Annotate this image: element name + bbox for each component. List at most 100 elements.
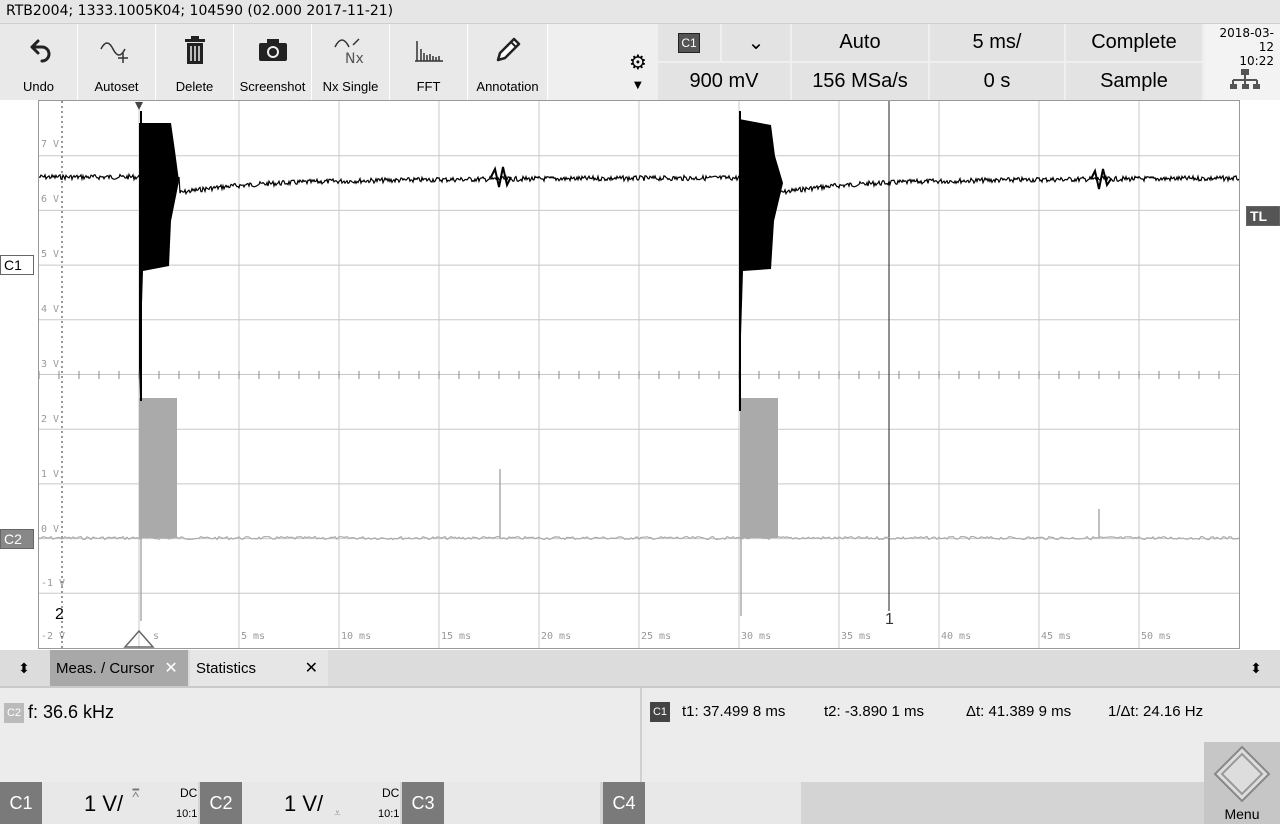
channel-c4-tile[interactable]: C4 (603, 782, 801, 824)
waveform-traces (39, 101, 1239, 648)
channel-c2-probe: 10:1 (378, 808, 400, 820)
sample-rate[interactable]: 156 MSa/s (792, 63, 928, 100)
timebase[interactable]: 5 ms/ (930, 24, 1064, 61)
measurement-frequency[interactable]: C2 f: 36.6 kHz (4, 702, 114, 723)
x-tick-label: s (153, 631, 160, 642)
channel-c3-tile[interactable]: C3 (402, 782, 600, 824)
y-tick-label: -2 V (41, 631, 66, 642)
cursor-t1: t1: 37.499 8 ms (682, 703, 786, 720)
autoset-button[interactable]: Autoset (78, 24, 156, 100)
menu-label: Menu (1224, 806, 1260, 822)
tab-statistics[interactable]: Statistics ✕ (190, 650, 328, 686)
trigger-position-marker (135, 102, 143, 110)
x-tick-label: 25 ms (641, 631, 672, 642)
channel-c3-tag: C3 (402, 782, 444, 824)
undo-button[interactable]: Undo (0, 24, 78, 100)
fft-icon (390, 32, 467, 68)
acquisition-mode[interactable]: Complete (1066, 24, 1202, 61)
trigger-mode[interactable]: Auto (792, 24, 928, 61)
panel-scroll-arrows[interactable]: ⬍ (0, 650, 48, 686)
channel-c2-tile[interactable]: C2 1 V/ ⩡ DC 10:1 (200, 782, 400, 824)
channel-c1-tag: C1 (0, 782, 42, 824)
delete-label: Delete (175, 79, 214, 94)
cursor-t2: t2: -3.890 1 ms (824, 703, 925, 720)
x-tick-label: 45 ms (1041, 631, 1072, 642)
network-icon (1230, 69, 1260, 89)
trigger-slope[interactable]: ⌄ (722, 24, 790, 61)
measurement-panel: C2 f: 36.6 kHz C1 t1: 37.499 8 ms t2: -3… (0, 686, 1280, 782)
trash-icon (156, 32, 233, 68)
menu-button[interactable]: Menu (1204, 742, 1280, 824)
nx-single-button[interactable]: Nx Nx Single (312, 24, 390, 100)
close-icon[interactable]: ✕ (305, 658, 318, 678)
cursor-1-label[interactable]: 1 (885, 611, 894, 629)
x-tick-label: 5 ms (241, 631, 266, 642)
c1-level-marker[interactable]: C1 (0, 255, 34, 275)
autoset-label: Autoset (94, 79, 139, 94)
delete-button[interactable]: Delete (156, 24, 234, 100)
tab-meas-cursor[interactable]: Meas. / Cursor ✕ (50, 650, 188, 686)
acquisition-type[interactable]: Sample (1066, 63, 1202, 100)
tab-meas-cursor-label: Meas. / Cursor (56, 659, 155, 677)
cursor-2-label[interactable]: 2 (55, 606, 64, 624)
tab-statistics-label: Statistics (196, 659, 257, 677)
cursor-source-badge: C1 (650, 702, 670, 722)
fft-button[interactable]: FFT (390, 24, 468, 100)
y-tick-label: 3 V (41, 359, 60, 370)
channel-c4-tag: C4 (603, 782, 645, 824)
y-tick-label: 1 V (41, 469, 60, 480)
c2-burst (139, 398, 177, 538)
trigger-source-badge: C1 (678, 32, 700, 53)
horizontal-position[interactable]: 0 s (930, 63, 1064, 100)
c2-burst (740, 398, 778, 538)
channel-c2-scale: 1 V/ (284, 791, 324, 816)
x-tick-label: 50 ms (1141, 631, 1172, 642)
chevron-down-icon: ▼ (634, 80, 642, 91)
datetime-display: 2018-03-12 10:22 (1205, 24, 1280, 100)
panel-scroll-arrows-right[interactable]: ⬍ (1232, 650, 1280, 686)
screenshot-button[interactable]: Screenshot (234, 24, 312, 100)
rs-logo-icon (1213, 745, 1271, 803)
svg-text:Nx: Nx (345, 51, 364, 67)
trigger-level[interactable]: 900 mV (658, 63, 790, 100)
y-tick-label: 0 V (41, 524, 60, 535)
y-tick-label: -1 V (41, 578, 66, 589)
settings-button[interactable]: ⚙ ▼ (624, 24, 656, 100)
close-icon[interactable]: ✕ (164, 658, 177, 678)
autoset-icon (78, 32, 155, 68)
trigger-level-marker[interactable]: TL (1246, 206, 1280, 226)
c2-level-marker[interactable]: C2 (0, 529, 34, 549)
trigger-source[interactable]: C1 (658, 24, 720, 61)
pencil-icon (468, 32, 547, 68)
y-tick-label: 4 V (41, 304, 60, 315)
date-text: 2018-03-12 (1219, 26, 1274, 54)
up-down-icon: ⬍ (1250, 659, 1262, 676)
falling-edge-icon: ⌄ (747, 32, 765, 54)
window-title: RTB2004; 1333.1005K04; 104590 (02.000 20… (0, 0, 1280, 24)
channel-c2-coupling: DC (382, 786, 400, 800)
annotation-label: Annotation (476, 79, 539, 94)
measurement-source-badge: C2 (4, 702, 24, 723)
annotation-button[interactable]: Annotation (468, 24, 548, 100)
offset-up-icon: ⩞ (132, 786, 140, 800)
panel-divider (640, 688, 642, 782)
c1-burst (139, 123, 179, 401)
y-tick-label: 7 V (41, 139, 60, 150)
time-text: 10:22 (1239, 54, 1274, 68)
c1-burst (739, 119, 783, 401)
offset-down-icon: ⩡ (334, 806, 341, 820)
y-tick-label: 2 V (41, 414, 60, 425)
gear-icon: ⚙ (629, 50, 647, 74)
x-tick-label: 15 ms (441, 631, 472, 642)
channel-c1-coupling: DC (180, 786, 198, 800)
c1-trace (39, 172, 140, 182)
screenshot-label: Screenshot (239, 79, 306, 94)
x-tick-label: 20 ms (541, 631, 572, 642)
x-tick-label: 35 ms (841, 631, 872, 642)
channel-bar: C1 1 V/ ⩞ DC 10:1 C2 1 V/ ⩡ DC 10:1 C3 C… (0, 742, 1280, 824)
undo-label: Undo (22, 79, 55, 94)
channel-c1-tile[interactable]: C1 1 V/ ⩞ DC 10:1 (0, 782, 198, 824)
waveform-display[interactable]: 7 V 6 V 5 V 4 V 3 V 2 V 1 V 0 V -1 V -2 … (38, 100, 1240, 649)
c1-trace (778, 174, 1239, 196)
channel-c2-tag: C2 (200, 782, 242, 824)
